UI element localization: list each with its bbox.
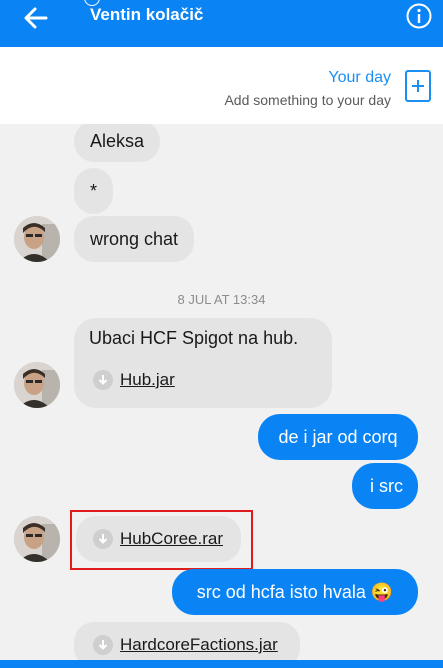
contact-name[interactable]: Ventin kolačič — [90, 5, 203, 25]
your-day-subtitle: Add something to your day — [224, 92, 391, 108]
download-icon — [93, 370, 113, 390]
avatar[interactable] — [14, 362, 60, 408]
attachment-name: HardcoreFactions.jar — [120, 635, 278, 654]
avatar[interactable] — [14, 216, 60, 262]
message-bubble[interactable]: Aleksa — [74, 124, 161, 162]
arrow-left-icon — [24, 7, 48, 29]
message-bubble[interactable]: * — [74, 168, 114, 214]
bottom-bar — [0, 660, 443, 668]
attachment-hub-jar[interactable]: Hub.jar — [93, 370, 175, 390]
timestamp: 8 JUL AT 13:34 — [177, 292, 266, 307]
message-list[interactable]: Aleksa * wrong chat 8 JUL AT 13:34 Ubaci… — [0, 124, 443, 668]
your-day-panel[interactable]: Your day Add something to your day — [0, 47, 443, 125]
avatar[interactable] — [14, 516, 60, 562]
message-bubble[interactable]: src od hcfa isto hvala 😜 — [172, 569, 418, 615]
info-icon — [406, 3, 432, 29]
highlight-box — [70, 510, 253, 570]
message-text: Ubaci HCF Spigot na hub. — [89, 328, 299, 348]
message-bubble[interactable]: Ubaci HCF Spigot na hub. Hub.jar — [74, 318, 332, 408]
add-story-icon[interactable] — [405, 70, 431, 102]
message-bubble[interactable]: wrong chat — [74, 216, 195, 262]
info-button[interactable] — [405, 2, 433, 30]
message-bubble[interactable]: de i jar od corq — [258, 414, 418, 460]
download-icon — [93, 635, 113, 655]
top-app-bar: Ventin kolačič — [0, 0, 443, 47]
attachment-hardcorefactions-jar[interactable]: HardcoreFactions.jar — [93, 635, 278, 655]
attachment-name: Hub.jar — [120, 370, 175, 389]
message-bubble[interactable]: i src — [352, 463, 418, 509]
your-day-title: Your day — [328, 69, 391, 86]
back-button[interactable] — [18, 4, 52, 34]
